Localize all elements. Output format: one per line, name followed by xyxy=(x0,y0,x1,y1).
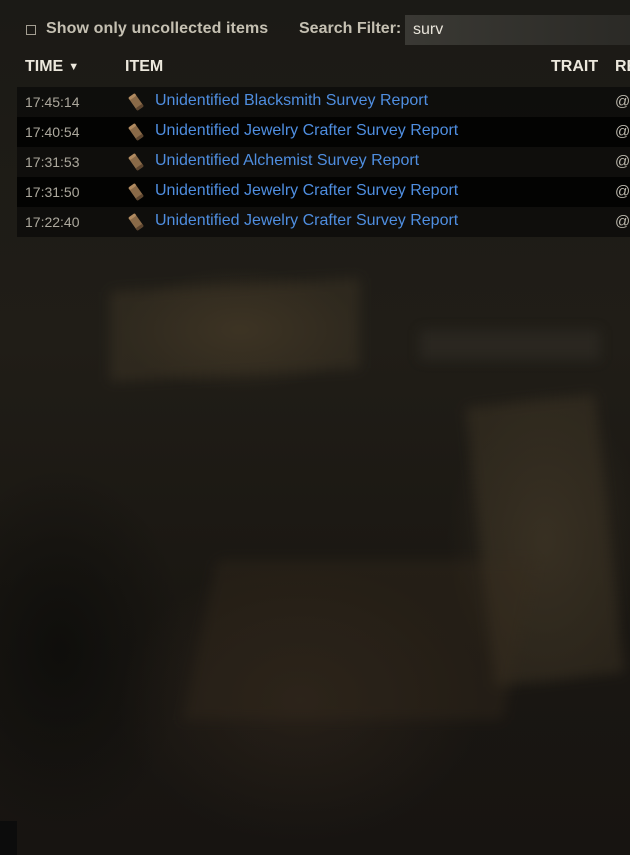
row-time: 17:31:50 xyxy=(25,184,80,200)
table-row[interactable]: 17:31:50 Unidentified Jewelry Crafter Su… xyxy=(17,177,630,207)
survey-scroll-icon xyxy=(128,153,144,171)
table-row[interactable]: 17:45:14 Unidentified Blacksmith Survey … xyxy=(17,87,630,117)
column-header-time[interactable]: TIME ▼ xyxy=(25,58,79,76)
row-account: @ xyxy=(615,93,630,110)
row-account: @ xyxy=(615,213,630,230)
item-link[interactable]: Unidentified Jewelry Crafter Survey Repo… xyxy=(155,182,458,200)
column-header-trait[interactable]: TRAIT xyxy=(551,58,598,76)
sort-descending-icon: ▼ xyxy=(68,61,80,73)
row-time: 17:40:54 xyxy=(25,124,80,140)
item-link[interactable]: Unidentified Jewelry Crafter Survey Repo… xyxy=(155,212,458,230)
survey-scroll-icon xyxy=(128,123,144,141)
table-row[interactable]: 17:31:53 Unidentified Alchemist Survey R… xyxy=(17,147,630,177)
survey-scroll-icon xyxy=(128,183,144,201)
column-header-item[interactable]: ITEM xyxy=(125,58,163,76)
uncollected-label[interactable]: Show only uncollected items xyxy=(46,20,268,38)
item-link[interactable]: Unidentified Jewelry Crafter Survey Repo… xyxy=(155,122,458,140)
survey-scroll-icon xyxy=(128,213,144,231)
search-filter-label: Search Filter: xyxy=(299,20,402,37)
survey-scroll-icon xyxy=(128,93,144,111)
corner-widget xyxy=(0,821,17,855)
row-time: 17:31:53 xyxy=(25,154,80,170)
filter-bar: Show only uncollected items Search Filte… xyxy=(0,14,630,46)
row-account: @ xyxy=(615,123,630,140)
item-link[interactable]: Unidentified Blacksmith Survey Report xyxy=(155,92,428,110)
row-account: @ xyxy=(615,153,630,170)
table-row[interactable]: 17:22:40 Unidentified Jewelry Crafter Su… xyxy=(17,207,630,237)
table-row[interactable]: 17:40:54 Unidentified Jewelry Crafter Su… xyxy=(17,117,630,147)
column-header-recipient[interactable]: RE xyxy=(615,58,630,76)
row-time: 17:45:14 xyxy=(25,94,80,110)
item-link[interactable]: Unidentified Alchemist Survey Report xyxy=(155,152,419,170)
row-time: 17:22:40 xyxy=(25,214,80,230)
loot-list: 17:45:14 Unidentified Blacksmith Survey … xyxy=(0,87,630,237)
column-header-row: TIME▼ ITEM TRAIT RE xyxy=(0,58,630,80)
search-input[interactable] xyxy=(405,15,630,45)
row-account: @ xyxy=(615,183,630,200)
uncollected-checkbox[interactable] xyxy=(26,25,36,35)
